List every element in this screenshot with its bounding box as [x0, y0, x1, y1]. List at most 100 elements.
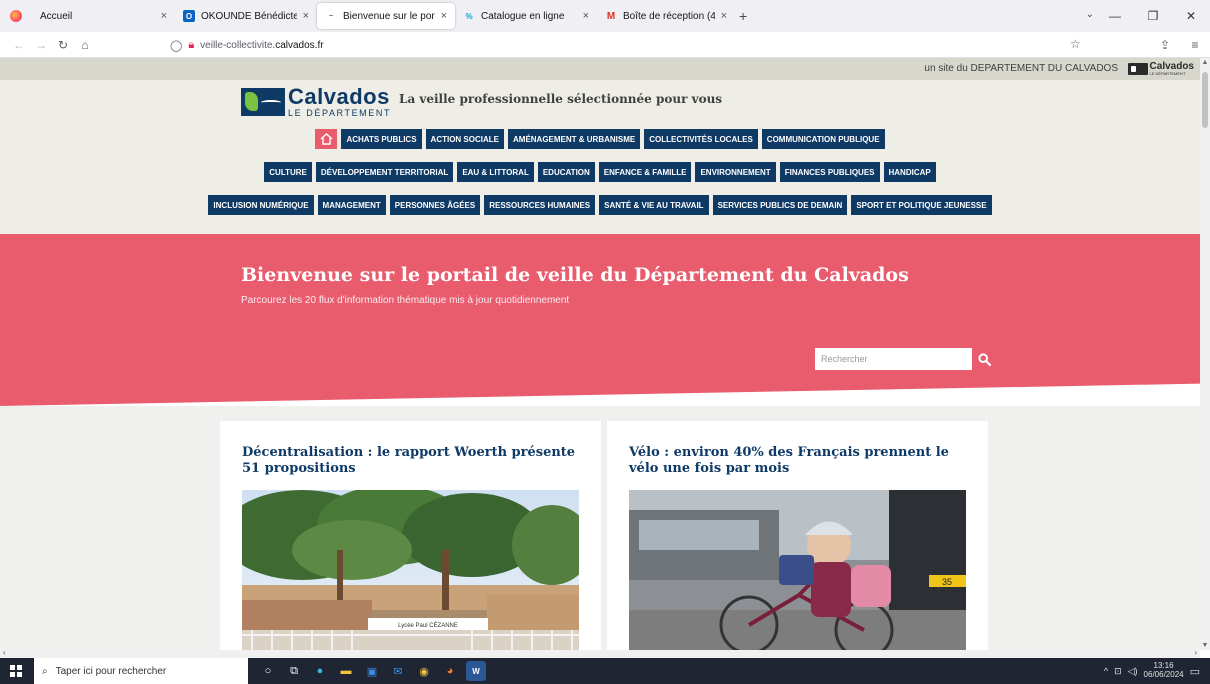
nav-services-publics-demain[interactable]: SERVICES PUBLICS DE DEMAIN: [712, 195, 848, 215]
nav-finances-publiques[interactable]: FINANCES PUBLIQUES: [779, 162, 880, 182]
firefox-icon[interactable]: ◕: [440, 661, 460, 681]
word-icon[interactable]: W: [466, 661, 486, 681]
mini-logo-sub: LE DÉPARTEMENT: [1149, 71, 1186, 76]
article-card[interactable]: Décentralisation : le rapport Woerth pré…: [220, 421, 601, 650]
page-viewport: un site du DEPARTEMENT DU CALVADOS Calva…: [0, 58, 1200, 650]
search-input[interactable]: [815, 348, 972, 370]
chrome-icon[interactable]: ◉: [414, 661, 434, 681]
edge-icon[interactable]: ●: [310, 661, 330, 681]
nav-collectivites-locales[interactable]: COLLECTIVITÉS LOCALES: [644, 129, 758, 149]
file-explorer-icon[interactable]: ▬: [336, 661, 356, 681]
logo-sub: LE DÉPARTEMENT: [288, 108, 392, 118]
task-view-icon[interactable]: ⧉: [284, 661, 304, 681]
cortana-icon[interactable]: ○: [258, 661, 278, 681]
search-button[interactable]: [976, 348, 992, 370]
insecure-lock-icon[interactable]: 🔒︎: [188, 39, 194, 52]
category-nav-row-2: CULTURE DÉVELOPPEMENT TERRITORIAL EAU & …: [0, 162, 1200, 182]
list-tabs-chevron-icon[interactable]: ⌄: [1086, 9, 1094, 20]
tab-title: Boîte de réception (4396) - bole: [623, 10, 715, 22]
nav-personnes-agees[interactable]: PERSONNES ÂGÉES: [389, 195, 481, 215]
article-title[interactable]: Vélo : environ 40% des Français prennent…: [629, 445, 969, 477]
vertical-scrollbar[interactable]: ▲ ▼: [1200, 58, 1210, 650]
banner-subtitle: Parcourez les 20 flux d'information thém…: [241, 295, 570, 306]
lycee-photo: Lycée Paul CÉZANNE: [242, 490, 579, 650]
nav-environnement[interactable]: ENVIRONNEMENT: [695, 162, 776, 182]
mini-calvados-logo[interactable]: Calvados LE DÉPARTEMENT: [1127, 61, 1194, 77]
network-icon[interactable]: ⊡: [1114, 666, 1122, 677]
nav-sport-politique-jeunesse[interactable]: SPORT ET POLITIQUE JEUNESSE: [851, 195, 992, 215]
cyclist-photo: 35: [629, 490, 966, 650]
app-menu-icon[interactable]: ≡: [1180, 38, 1210, 52]
home-button[interactable]: [315, 129, 338, 149]
nav-eau-littoral[interactable]: EAU & LITTORAL: [457, 162, 534, 182]
close-icon[interactable]: ×: [161, 10, 167, 22]
article-card[interactable]: Vélo : environ 40% des Français prennent…: [607, 421, 988, 650]
mini-logo-text: Calvados LE DÉPARTEMENT: [1150, 62, 1194, 76]
horizontal-scrollbar[interactable]: ‹ ›: [0, 648, 1200, 658]
article-title[interactable]: Décentralisation : le rapport Woerth pré…: [242, 445, 582, 477]
close-icon[interactable]: ×: [721, 10, 727, 22]
nav-sante-vie-travail[interactable]: SANTÉ & VIE AU TRAVAIL: [599, 195, 709, 215]
scroll-up-icon[interactable]: ▲: [1200, 59, 1210, 66]
tab-gmail[interactable]: M Boîte de réception (4396) - bole ×: [597, 3, 735, 29]
gmail-icon: M: [606, 10, 616, 22]
tray-chevron-icon[interactable]: ^: [1104, 666, 1108, 676]
taskbar-search[interactable]: ⌕ Taper ici pour rechercher: [34, 658, 248, 684]
calvados-mark-icon: [241, 88, 285, 116]
restore-icon[interactable]: ❐: [1134, 9, 1172, 23]
scrollbar-thumb[interactable]: [1202, 72, 1208, 128]
tab-outlook[interactable]: O OKOUNDE Bénédicte - Outlook ×: [175, 3, 317, 29]
new-tab-plus-icon[interactable]: +: [739, 8, 747, 24]
nav-education[interactable]: EDUCATION: [537, 162, 595, 182]
search-icon: ⌕: [42, 665, 48, 677]
windows-start-icon[interactable]: [10, 665, 22, 677]
nav-culture[interactable]: CULTURE: [264, 162, 312, 182]
category-nav-row-3: INCLUSION NUMÉRIQUE MANAGEMENT PERSONNES…: [0, 195, 1200, 215]
taskbar-apps: ○ ⧉ ● ▬ ▣ ✉ ◉ ◕ W: [258, 658, 486, 684]
notifications-icon[interactable]: ▭: [1190, 665, 1200, 678]
volume-icon[interactable]: ◁): [1128, 666, 1138, 677]
system-tray: ^ ⊡ ◁) 13:16 06/06/2024 ▭: [1104, 658, 1200, 684]
nav-amenagement-urbanisme[interactable]: AMÉNAGEMENT & URBANISME: [508, 129, 641, 149]
tab-catalogue[interactable]: % Catalogue en ligne ×: [455, 3, 597, 29]
share-icon[interactable]: ⇪: [1150, 38, 1180, 52]
nav-achats-publics[interactable]: ACHATS PUBLICS: [341, 129, 422, 149]
reload-icon[interactable]: ↻: [52, 38, 74, 52]
tab-accueil[interactable]: Accueil ×: [32, 3, 175, 29]
firefox-menu-icon[interactable]: [0, 0, 32, 32]
nav-management[interactable]: MANAGEMENT: [317, 195, 386, 215]
taskbar-search-placeholder: Taper ici pour rechercher: [55, 665, 167, 677]
article-image-velo[interactable]: 35: [629, 490, 966, 650]
close-icon[interactable]: ×: [303, 10, 309, 22]
nav-enfance-famille[interactable]: ENFANCE & FAMILLE: [598, 162, 692, 182]
nav-ressources-humaines[interactable]: RESSOURCES HUMAINES: [484, 195, 596, 215]
window-controls: — ❐ ✕: [1096, 0, 1210, 32]
nav-inclusion-numerique[interactable]: INCLUSION NUMÉRIQUE: [208, 195, 314, 215]
calvados-logo[interactable]: Calvados LE DÉPARTEMENT: [241, 86, 391, 118]
home-icon[interactable]: ⌂: [74, 38, 96, 52]
store-icon[interactable]: ▣: [362, 661, 382, 681]
bookmark-star-icon[interactable]: ☆: [1070, 37, 1081, 51]
nav-communication-publique[interactable]: COMMUNICATION PUBLIQUE: [761, 129, 885, 149]
minimize-icon[interactable]: —: [1096, 9, 1134, 23]
scroll-left-icon[interactable]: ‹: [3, 648, 6, 657]
scroll-right-icon[interactable]: ›: [1194, 648, 1197, 657]
clock[interactable]: 13:16 06/06/2024: [1144, 661, 1184, 680]
mail-icon[interactable]: ✉: [388, 661, 408, 681]
catalogue-icon: %: [465, 11, 473, 21]
back-arrow-icon[interactable]: ←: [8, 38, 30, 52]
logo-text: Calvados LE DÉPARTEMENT: [288, 86, 391, 118]
close-icon[interactable]: ×: [583, 10, 589, 22]
tab-portail-veille[interactable]: ~ Bienvenue sur le portail de veill ×: [317, 3, 455, 29]
parent-site-link[interactable]: un site du DEPARTEMENT DU CALVADOS: [924, 63, 1118, 74]
close-icon[interactable]: ×: [441, 10, 447, 22]
window-close-icon[interactable]: ✕: [1172, 9, 1210, 23]
shield-icon[interactable]: ◯: [170, 39, 182, 52]
article-image-lycee[interactable]: Lycée Paul CÉZANNE: [242, 490, 579, 650]
nav-handicap[interactable]: HANDICAP: [883, 162, 936, 182]
nav-action-sociale[interactable]: ACTION SOCIALE: [425, 129, 504, 149]
address-bar[interactable]: ◯ 🔒︎ veille-collectivite.calvados.fr: [170, 36, 1100, 54]
scroll-down-icon[interactable]: ▼: [1200, 642, 1210, 649]
forward-arrow-icon[interactable]: →: [30, 38, 52, 52]
nav-developpement-territorial[interactable]: DÉVELOPPEMENT TERRITORIAL: [315, 162, 454, 182]
